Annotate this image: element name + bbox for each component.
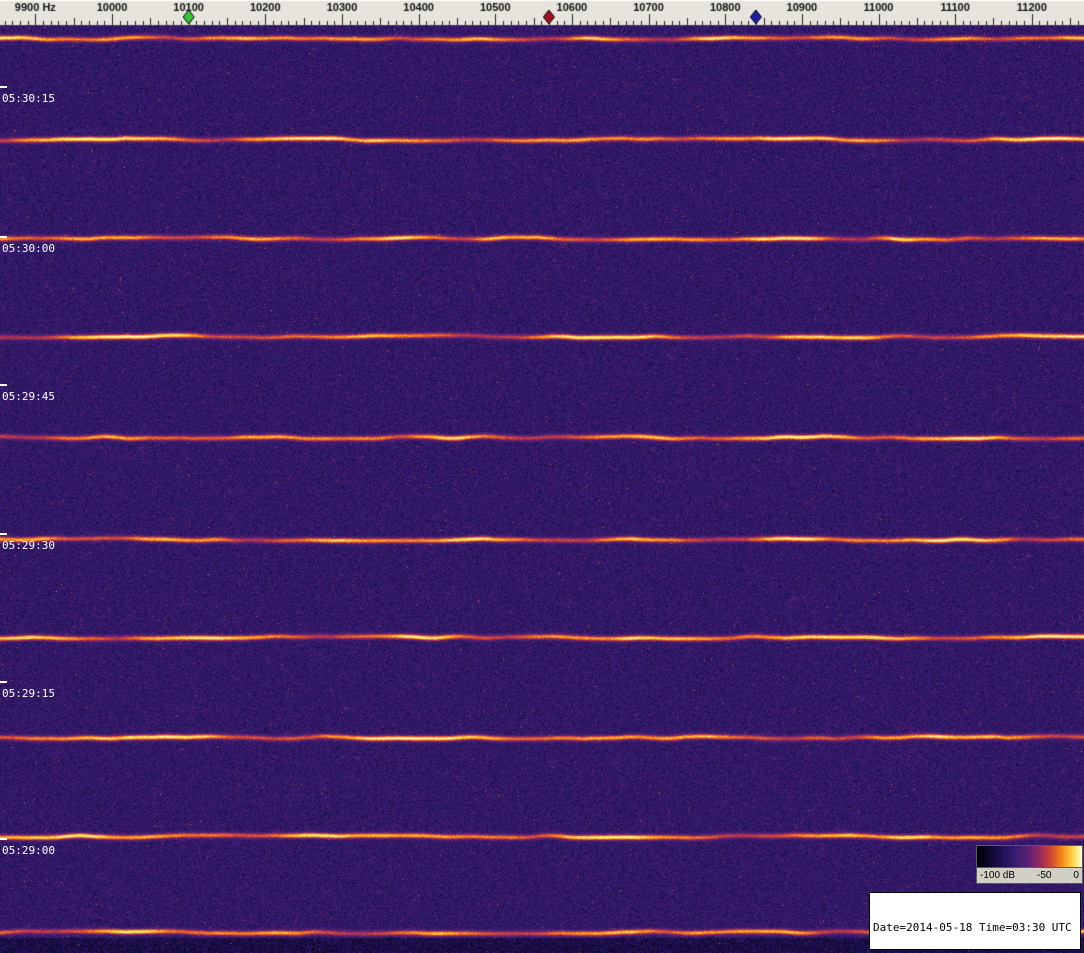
colorbar-min-label: -100 dB (980, 870, 1015, 881)
colorbar-gradient (977, 846, 1082, 868)
info-date-line: Date=2014-05-18 Time=03:30 UTC (873, 921, 1077, 934)
spectrogram-window: 05:30:15 05:30:00 05:29:45 05:29:30 05:29:15… (0, 0, 1084, 953)
info-box: Date=2014-05-18 Time=03:30 UTC Freq=143 … (869, 892, 1081, 950)
colorbar-labels: -100 dB -50 0 (977, 868, 1082, 883)
colorbar: -100 dB -50 0 (976, 845, 1083, 884)
frequency-ruler[interactable] (0, 0, 1084, 26)
waterfall-canvas (0, 26, 1084, 953)
colorbar-max-label: 0 (1073, 870, 1079, 881)
colorbar-mid-label: -50 (1037, 870, 1051, 881)
